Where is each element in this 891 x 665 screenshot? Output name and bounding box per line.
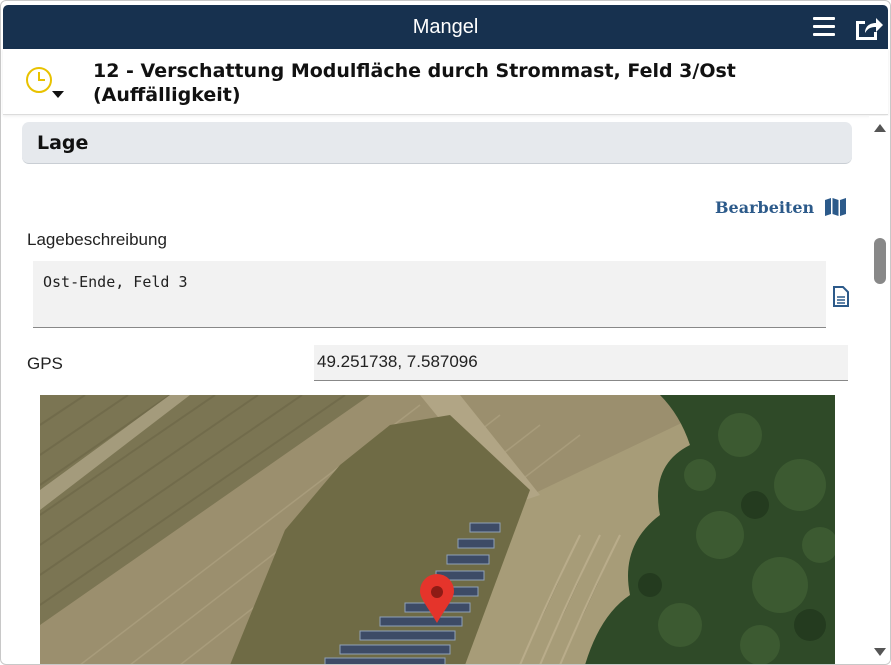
item-header: 12 - Verschattung Modulfläche durch Stro… xyxy=(3,49,888,115)
detail-content: Lage Bearbeiten Lagebeschreibung Ost-End… xyxy=(3,116,868,664)
satellite-map[interactable] xyxy=(40,395,835,664)
scroll-thumb[interactable] xyxy=(874,238,886,284)
description-field[interactable]: Ost-Ende, Feld 3 xyxy=(33,261,826,328)
menu-icon[interactable] xyxy=(813,17,837,37)
clock-icon[interactable] xyxy=(23,63,73,103)
document-icon[interactable] xyxy=(832,286,850,308)
window-title: Mangel xyxy=(412,16,479,38)
gps-field[interactable]: 49.251738, 7.587096 xyxy=(314,345,848,381)
vertical-scrollbar[interactable] xyxy=(869,116,890,664)
share-icon[interactable] xyxy=(853,14,883,42)
scroll-up-arrow-icon[interactable] xyxy=(874,124,886,132)
map-image xyxy=(40,395,835,664)
section-title: Lage xyxy=(37,132,89,154)
description-label: Lagebeschreibung xyxy=(27,230,167,249)
edit-location-button[interactable]: Bearbeiten xyxy=(715,196,848,218)
section-header[interactable]: Lage xyxy=(22,122,852,164)
gps-label: GPS xyxy=(27,354,63,373)
item-title: 12 - Verschattung Modulfläche durch Stro… xyxy=(93,60,736,106)
map-icon xyxy=(825,198,847,216)
edit-label: Bearbeiten xyxy=(715,197,815,217)
scroll-down-arrow-icon[interactable] xyxy=(874,648,886,656)
app-window: Mangel 12 - Verschattung Modulfläche dur… xyxy=(0,0,891,665)
title-bar: Mangel xyxy=(3,5,888,49)
